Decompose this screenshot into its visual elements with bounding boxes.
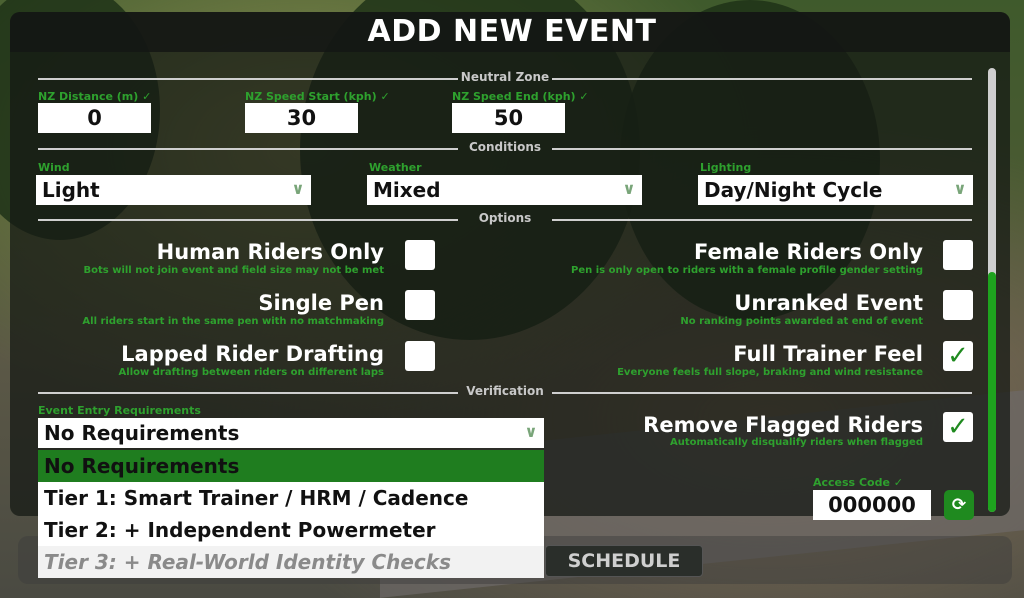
check-icon: ✓ bbox=[142, 90, 152, 103]
chevron-down-icon: ∨ bbox=[524, 422, 538, 441]
access-code-input[interactable]: 000000 bbox=[813, 490, 931, 520]
weather-label: Weather bbox=[369, 161, 422, 174]
access-code-label: Access Code ✓ bbox=[813, 476, 903, 489]
single-pen-checkbox[interactable] bbox=[405, 290, 435, 320]
entry-requirements-dropdown: No Requirements Tier 1: Smart Trainer / … bbox=[38, 450, 544, 578]
divider bbox=[38, 148, 458, 150]
weather-select[interactable]: Mixed ∨ bbox=[367, 175, 642, 205]
divider bbox=[552, 78, 972, 80]
female-riders-only-desc: Pen is only open to riders with a female… bbox=[571, 265, 923, 276]
divider bbox=[38, 392, 458, 394]
check-icon: ✓ bbox=[380, 90, 390, 103]
entry-requirements-select[interactable]: No Requirements ∨ bbox=[38, 418, 544, 448]
human-riders-only-desc: Bots will not join event and field size … bbox=[83, 265, 385, 276]
female-riders-only-checkbox[interactable] bbox=[943, 240, 973, 270]
single-pen-desc: All riders start in the same pen with no… bbox=[82, 316, 384, 327]
section-options: Options bbox=[478, 211, 532, 225]
section-neutral-zone: Neutral Zone bbox=[460, 70, 550, 84]
nz-distance-label: NZ Distance (m) ✓ bbox=[38, 90, 152, 103]
nz-distance-input[interactable]: 0 bbox=[38, 103, 151, 133]
remove-flagged-riders-checkbox[interactable]: ✓ bbox=[943, 412, 973, 442]
female-riders-only-title: Female Riders Only bbox=[693, 240, 923, 264]
divider bbox=[552, 219, 972, 221]
wind-select[interactable]: Light ∨ bbox=[36, 175, 311, 205]
dropdown-option[interactable]: No Requirements bbox=[38, 450, 544, 482]
human-riders-only-checkbox[interactable] bbox=[405, 240, 435, 270]
single-pen-title: Single Pen bbox=[258, 291, 384, 315]
lapped-rider-drafting-desc: Allow drafting between riders on differe… bbox=[118, 367, 384, 378]
check-icon: ✓ bbox=[947, 412, 969, 442]
nz-speed-start-input[interactable]: 30 bbox=[245, 103, 358, 133]
lighting-select[interactable]: Day/Night Cycle ∨ bbox=[698, 175, 973, 205]
dropdown-option[interactable]: Tier 1: Smart Trainer / HRM / Cadence bbox=[38, 482, 544, 514]
lapped-rider-drafting-title: Lapped Rider Drafting bbox=[121, 342, 384, 366]
dropdown-option[interactable]: Tier 3: + Real-World Identity Checks bbox=[38, 546, 544, 578]
full-trainer-feel-title: Full Trainer Feel bbox=[733, 342, 923, 366]
chevron-down-icon: ∨ bbox=[953, 179, 967, 198]
nz-speed-end-input[interactable]: 50 bbox=[452, 103, 565, 133]
chevron-down-icon: ∨ bbox=[291, 179, 305, 198]
entry-requirements-label: Event Entry Requirements bbox=[38, 404, 201, 417]
unranked-event-title: Unranked Event bbox=[734, 291, 923, 315]
chevron-down-icon: ∨ bbox=[622, 179, 636, 198]
schedule-button[interactable]: SCHEDULE bbox=[545, 545, 703, 577]
check-icon: ✓ bbox=[579, 90, 589, 103]
divider bbox=[552, 148, 972, 150]
lapped-rider-drafting-checkbox[interactable] bbox=[405, 341, 435, 371]
nz-speed-start-label: NZ Speed Start (kph) ✓ bbox=[245, 90, 390, 103]
refresh-icon[interactable]: ⟳ bbox=[944, 490, 974, 520]
divider bbox=[38, 219, 458, 221]
nz-speed-end-label: NZ Speed End (kph) ✓ bbox=[452, 90, 589, 103]
check-icon: ✓ bbox=[893, 476, 903, 489]
section-verification: Verification bbox=[466, 384, 544, 398]
unranked-event-desc: No ranking points awarded at end of even… bbox=[680, 316, 923, 327]
full-trainer-feel-checkbox[interactable]: ✓ bbox=[943, 341, 973, 371]
section-conditions: Conditions bbox=[468, 140, 542, 154]
page-title: ADD NEW EVENT bbox=[367, 14, 657, 49]
check-icon: ✓ bbox=[947, 341, 969, 371]
divider bbox=[552, 392, 972, 394]
full-trainer-feel-desc: Everyone feels full slope, braking and w… bbox=[617, 367, 923, 378]
human-riders-only-title: Human Riders Only bbox=[156, 240, 384, 264]
remove-flagged-riders-title: Remove Flagged Riders bbox=[643, 413, 923, 437]
wind-label: Wind bbox=[38, 161, 70, 174]
unranked-event-checkbox[interactable] bbox=[943, 290, 973, 320]
scrollbar-thumb[interactable] bbox=[988, 272, 996, 512]
dropdown-option[interactable]: Tier 2: + Independent Powermeter bbox=[38, 514, 544, 546]
lighting-label: Lighting bbox=[700, 161, 752, 174]
remove-flagged-riders-desc: Automatically disqualify riders when fla… bbox=[669, 437, 923, 448]
divider bbox=[38, 78, 458, 80]
